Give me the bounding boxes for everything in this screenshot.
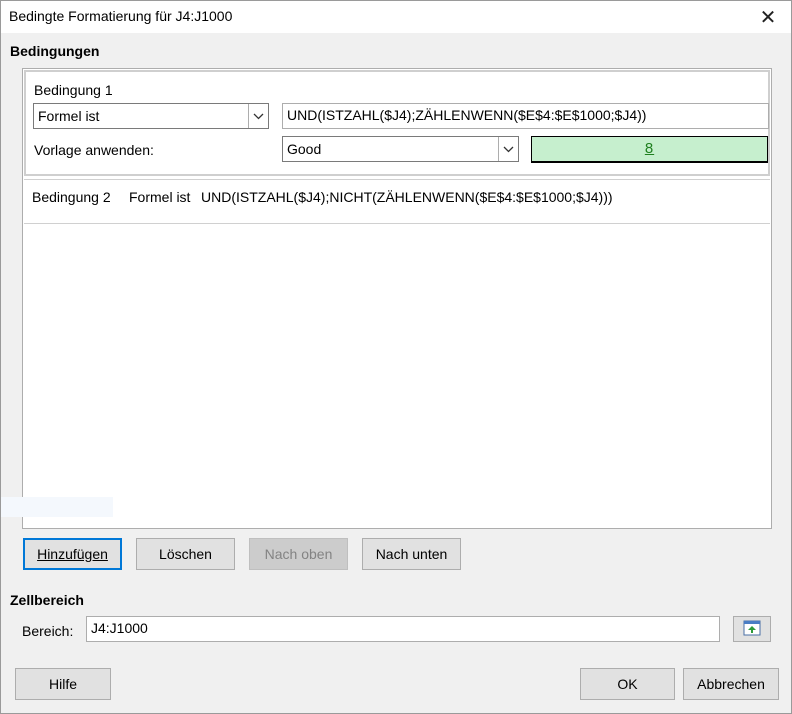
- conditions-list[interactable]: Bedingung 1 Formel ist UND(ISTZAHL($J4);…: [22, 68, 772, 529]
- window-title: Bedingte Formatierung für J4:J1000: [9, 8, 233, 24]
- apply-style-value: Good: [287, 141, 322, 157]
- cancel-button[interactable]: Abbrechen: [683, 668, 779, 700]
- add-condition-button[interactable]: Hinzufügen: [23, 538, 122, 570]
- chevron-down-icon[interactable]: [248, 104, 268, 128]
- background-artifact: [1, 497, 113, 517]
- condition-2-entry[interactable]: Bedingung 2 Formel ist UND(ISTZAHL($J4);…: [24, 179, 770, 224]
- close-button[interactable]: ✕: [745, 1, 791, 33]
- title-bar: Bedingte Formatierung für J4:J1000 ✕: [1, 1, 791, 33]
- help-label: Hilfe: [48, 676, 77, 692]
- condition-1-type-value: Formel ist: [38, 108, 100, 124]
- cell-range-section-title: Zellbereich: [10, 592, 84, 608]
- condition-2-formula: UND(ISTZAHL($J4);NICHT(ZÄHLENWENN($E$4:$…: [201, 189, 613, 205]
- condition-1-entry[interactable]: Bedingung 1 Formel ist UND(ISTZAHL($J4);…: [24, 70, 770, 176]
- shrink-dialog-button[interactable]: [733, 616, 771, 642]
- move-up-label: Nach oben: [264, 546, 333, 562]
- delete-condition-button[interactable]: Löschen: [136, 538, 235, 570]
- help-button[interactable]: Hilfe: [15, 668, 111, 700]
- style-preview-text: 8: [644, 140, 655, 157]
- apply-style-dropdown[interactable]: Good: [282, 136, 519, 162]
- add-condition-label: Hinzufügen: [37, 546, 108, 562]
- delete-condition-label: Löschen: [159, 546, 212, 562]
- cancel-label: Abbrechen: [697, 676, 765, 692]
- range-label: Bereich:: [22, 623, 74, 639]
- shrink-dialog-icon: [743, 620, 761, 639]
- conditions-section-title: Bedingungen: [10, 43, 100, 59]
- condition-2-title: Bedingung 2: [32, 189, 111, 205]
- conditional-formatting-dialog: Bedingte Formatierung für J4:J1000 ✕ Bed…: [0, 0, 792, 714]
- chevron-down-icon[interactable]: [498, 137, 518, 161]
- condition-1-title: Bedingung 1: [34, 82, 113, 98]
- condition-2-type: Formel ist: [129, 189, 191, 205]
- condition-1-formula-input[interactable]: UND(ISTZAHL($J4);ZÄHLENWENN($E$4:$E$1000…: [282, 103, 769, 129]
- apply-style-label: Vorlage anwenden:: [34, 142, 154, 158]
- ok-button[interactable]: OK: [580, 668, 675, 700]
- close-icon: ✕: [759, 6, 777, 29]
- range-input[interactable]: J4:J1000: [86, 616, 720, 642]
- condition-1-type-dropdown[interactable]: Formel ist: [33, 103, 269, 129]
- move-up-button[interactable]: Nach oben: [249, 538, 348, 570]
- move-down-button[interactable]: Nach unten: [362, 538, 461, 570]
- ok-label: OK: [617, 676, 638, 692]
- style-preview: 8: [531, 136, 768, 163]
- move-down-label: Nach unten: [375, 546, 448, 562]
